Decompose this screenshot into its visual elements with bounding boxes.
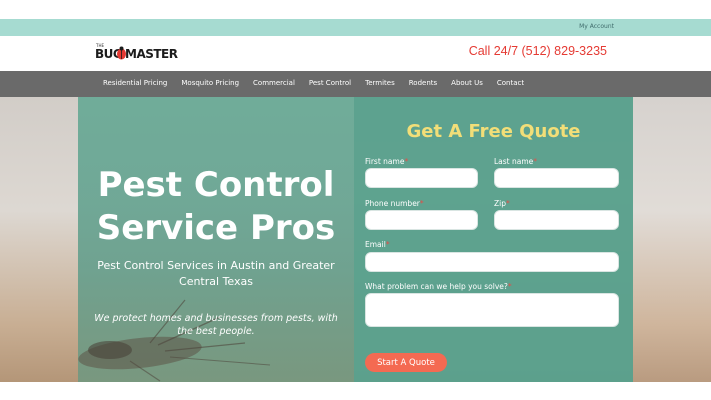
phone-link[interactable]: Call 24/7 (512) 829-3235 <box>469 44 607 58</box>
nav-item-mosquito-pricing[interactable]: Mosquito Pricing <box>181 79 239 87</box>
required-mark: * <box>385 240 390 249</box>
problem-textarea[interactable] <box>365 293 619 327</box>
required-mark: * <box>507 282 512 291</box>
hero-background-right <box>631 97 711 382</box>
nav-item-residential-pricing[interactable]: Residential Pricing <box>103 79 167 87</box>
hero-subtitle: Pest Control Services in Austin and Grea… <box>97 259 335 288</box>
logo-master-text: MASTER <box>125 47 178 61</box>
utility-bar: My Account <box>0 19 711 36</box>
nav-item-commercial[interactable]: Commercial <box>253 79 295 87</box>
logo[interactable]: THE BUG MASTER <box>95 43 178 63</box>
quote-form-panel: Get A Free Quote First name* Last name* … <box>354 97 633 382</box>
required-mark: * <box>505 199 510 208</box>
phone-label-text: Phone number <box>365 199 420 208</box>
problem-label-text: What problem can we help you solve? <box>365 282 508 291</box>
zip-input[interactable] <box>494 210 619 230</box>
required-mark: * <box>419 199 424 208</box>
email-input[interactable] <box>365 252 619 272</box>
hero-title: Pest Control Service Pros <box>78 164 354 250</box>
zip-label-text: Zip <box>494 199 506 208</box>
my-account-link[interactable]: My Account <box>579 23 614 30</box>
hero-title-line1: Pest Control <box>97 165 335 205</box>
hero-tagline: We protect homes and businesses from pes… <box>94 313 338 337</box>
start-quote-button[interactable]: Start A Quote <box>365 353 447 372</box>
nav-item-termites[interactable]: Termites <box>365 79 395 87</box>
site-header: THE BUG MASTER Call 24/7 (512) 829-3235 <box>0 36 711 71</box>
last-name-label-text: Last name <box>494 157 534 166</box>
required-mark: * <box>533 157 538 166</box>
first-name-input[interactable] <box>365 168 478 188</box>
first-name-label-text: First name <box>365 157 405 166</box>
page: My Account THE BUG MASTER Call 24/7 (512… <box>0 0 711 400</box>
hero-background-left <box>0 97 78 382</box>
zip-label: Zip* <box>494 199 510 208</box>
problem-label: What problem can we help you solve?* <box>365 282 512 291</box>
nav-item-pest-control[interactable]: Pest Control <box>309 79 351 87</box>
email-label-text: Email <box>365 240 386 249</box>
email-label: Email* <box>365 240 390 249</box>
main-nav: Residential Pricing Mosquito Pricing Com… <box>0 71 711 97</box>
hero-section: Pest Control Service Pros Pest Control S… <box>0 97 711 382</box>
form-title: Get A Free Quote <box>406 121 581 142</box>
nav-item-about-us[interactable]: About Us <box>451 79 483 87</box>
last-name-label: Last name* <box>494 157 537 166</box>
cockroach-image <box>78 299 271 382</box>
phone-input[interactable] <box>365 210 478 230</box>
first-name-label: First name* <box>365 157 408 166</box>
required-mark: * <box>404 157 409 166</box>
phone-label: Phone number* <box>365 199 424 208</box>
last-name-input[interactable] <box>494 168 619 188</box>
nav-item-contact[interactable]: Contact <box>497 79 524 87</box>
nav-item-rodents[interactable]: Rodents <box>409 79 437 87</box>
hero-title-line2: Service Pros <box>96 208 336 248</box>
